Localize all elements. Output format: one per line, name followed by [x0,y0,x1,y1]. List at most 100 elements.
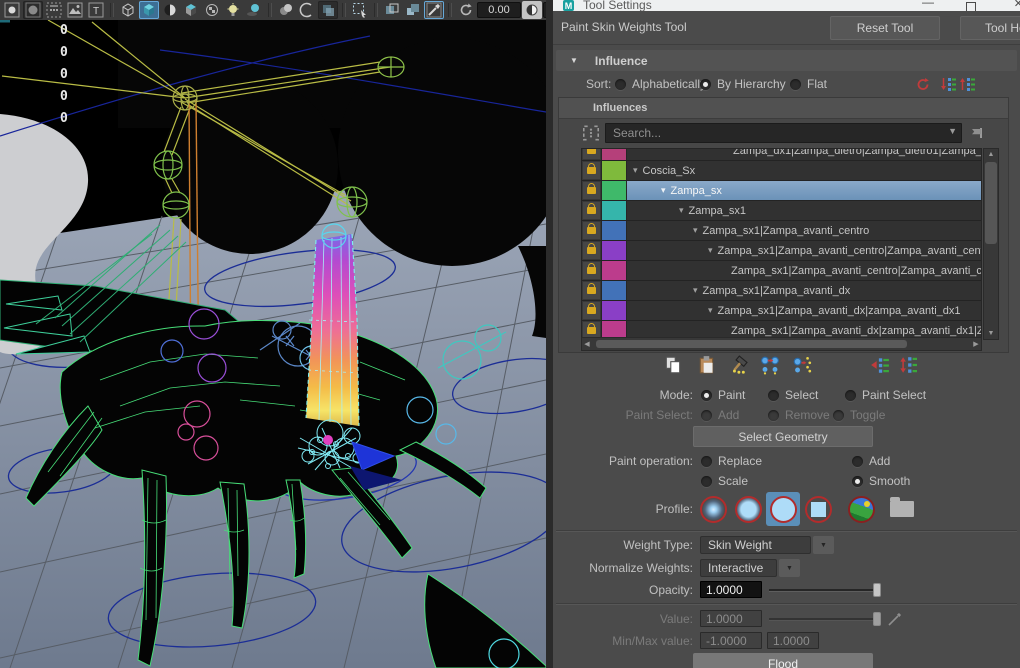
lock-toggle[interactable] [582,201,602,220]
tree-horizontal-scrollbar[interactable]: ◀ ▶ [581,337,982,351]
pin-icon[interactable] [968,125,984,141]
sort-alphabetically-radio[interactable] [615,79,626,90]
grease-pencil-icon[interactable] [44,1,64,19]
lock-toggle[interactable] [582,161,602,180]
normalize-weights-dropdown[interactable]: Interactive [700,559,777,577]
screen-space-ao-icon[interactable] [276,1,296,19]
move-weights-icon[interactable] [760,355,780,375]
viewport-panel[interactable]: T 0.00 1.00 [0,0,546,668]
influence-row[interactable]: Zampa_dx1|Zampa_dietro|Zampa_dietro1|Zam… [582,148,981,161]
paint-op-replace-option[interactable]: Replace [701,452,762,470]
wireframe-display-icon[interactable] [118,1,138,19]
influence-color-swatch[interactable] [602,261,627,280]
image-plane-icon[interactable] [65,1,85,19]
influence-row[interactable]: ▾Zampa_sx1|Zampa_avanti_dx|zampa_avanti_… [582,301,981,321]
brush-profile-soft[interactable] [731,492,765,526]
influence-color-swatch[interactable] [602,281,627,300]
search-input[interactable] [605,123,962,143]
scroll-down-arrow[interactable]: ▼ [984,328,998,339]
lock-toggle[interactable] [582,221,602,240]
mode-paint-option[interactable]: Paint [701,386,745,404]
search-dropdown-chevron-icon[interactable]: ▼ [948,126,957,136]
hud-text-icon[interactable]: T [86,1,106,19]
shadows-icon[interactable] [244,1,264,19]
sort-list-down-icon[interactable] [940,76,956,92]
tree-vertical-scrollbar[interactable]: ▲ ▼ [983,148,999,340]
paint-op-smooth-option[interactable]: Smooth [852,472,910,490]
gamma-contrast-icon[interactable] [522,1,542,19]
filter-brackets-icon[interactable] [581,124,601,142]
opacity-slider[interactable] [769,583,881,597]
paint-op-smooth-radio[interactable] [852,476,863,487]
expand-arrow-icon[interactable]: ▾ [633,165,638,176]
motion-blur-icon[interactable] [297,1,317,19]
exposure-refresh-icon[interactable] [456,1,476,19]
marquee-select-icon[interactable] [350,1,370,19]
normalize-weights-dropdown-arrow[interactable]: ▼ [779,559,800,577]
eyedropper-icon[interactable] [424,1,444,19]
xray-icon[interactable] [318,1,338,19]
minimize-button[interactable]: — [922,0,934,8]
scroll-left-arrow[interactable]: ◀ [582,340,592,348]
lights-icon[interactable] [223,1,243,19]
scrollbar-thumb[interactable] [985,162,997,244]
expand-arrow-icon[interactable]: ▾ [693,225,698,236]
influence-color-swatch[interactable] [602,201,627,220]
lighting-sphere-icon[interactable] [160,1,180,19]
lock-toggle[interactable] [582,181,602,200]
mode-paint-select-radio[interactable] [845,390,856,401]
influence-color-swatch[interactable] [602,221,627,240]
brush-profile-square[interactable] [801,492,835,526]
mode-paint-select-option[interactable]: Paint Select [845,386,926,404]
paint-op-add-radio[interactable] [852,456,863,467]
sort-flat-option[interactable]: Flat [790,75,827,93]
collapse-list-icon[interactable] [870,355,890,375]
influence-row[interactable]: ▾Zampa_sx1|Zampa_avanti_dx [582,281,981,301]
influence-row[interactable]: ▾Zampa_sx1|Zampa_avanti_centro|Zampa_ava… [582,241,981,261]
close-button[interactable]: ✕ [1014,0,1020,10]
isolate-select-icon[interactable] [382,1,402,19]
tool-help-button[interactable]: Tool Help [960,16,1020,40]
brush-profile-solid-selected[interactable] [766,492,800,526]
influence-color-swatch[interactable] [602,181,627,200]
move-weights-scatter-icon[interactable] [792,355,812,375]
titlebar[interactable]: M Tool Settings — ✕ [553,0,1020,11]
weight-type-dropdown[interactable]: Skin Weight [700,536,811,554]
lock-camera-icon[interactable] [23,1,43,19]
smooth-shaded-display-icon[interactable] [139,1,159,19]
use-default-material-icon[interactable] [202,1,222,19]
expand-list-icon[interactable] [897,355,917,375]
paint-op-scale-radio[interactable] [701,476,712,487]
mode-select-radio[interactable] [768,390,779,401]
paint-op-replace-radio[interactable] [701,456,712,467]
browse-brush-folder[interactable] [885,492,919,526]
lock-toggle[interactable] [582,301,602,320]
exposure-field[interactable]: 0.00 [477,2,521,18]
sort-flat-radio[interactable] [790,79,801,90]
mode-paint-radio[interactable] [701,390,712,401]
mode-select-option[interactable]: Select [768,386,818,404]
expand-arrow-icon[interactable]: ▾ [708,305,713,316]
select-geometry-button[interactable]: Select Geometry [693,426,873,447]
flood-button[interactable]: Flood [693,653,873,668]
influence-row-selected[interactable]: ▾Zampa_sx [582,181,981,201]
expand-arrow-icon[interactable]: ▾ [661,185,666,196]
scrollbar-thumb[interactable] [596,340,907,348]
scroll-up-arrow[interactable]: ▲ [984,149,998,160]
opacity-field[interactable] [700,581,762,598]
sort-by-hierarchy-option[interactable]: By Hierarchy [700,75,786,93]
weight-type-dropdown-arrow[interactable]: ▼ [813,536,834,554]
lock-toggle[interactable] [582,261,602,280]
brush-profile-gaussian[interactable] [696,492,730,526]
prune-weights-hammer-icon[interactable] [730,355,750,375]
brush-profile-image[interactable] [844,492,878,526]
influence-row[interactable]: ▾Zampa_sx1 [582,201,981,221]
isolate-view-icon[interactable] [403,1,423,19]
sort-by-hierarchy-radio[interactable] [700,79,711,90]
influence-section-header[interactable]: ▼ Influence [556,50,1017,71]
influence-row[interactable]: Zampa_sx1|Zampa_avanti_centro|Zampa_avan… [582,261,981,281]
influence-row[interactable]: ▾Coscia_Sx [582,161,981,181]
lock-toggle[interactable] [582,281,602,300]
lock-toggle[interactable] [582,148,602,160]
viewport-canvas[interactable]: 0 0 0 0 0 [0,20,546,668]
